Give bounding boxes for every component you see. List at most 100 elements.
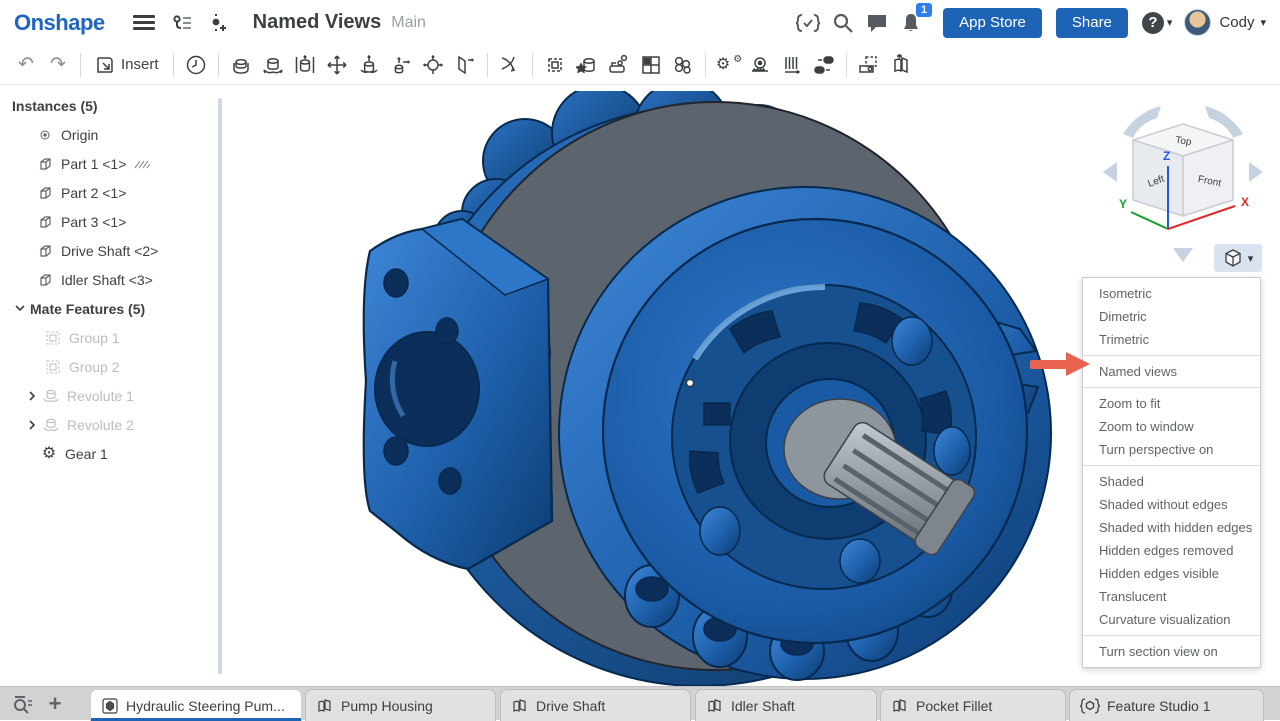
mate-connector-icon[interactable] [494, 49, 526, 81]
user-menu[interactable]: Cody ▾ [1184, 9, 1266, 36]
tree-item-part2[interactable]: Part 2 <1> [0, 178, 228, 207]
menu-item-dimetric[interactable]: Dimetric [1083, 305, 1260, 328]
gear-relation-icon: ⚙ [40, 446, 58, 462]
parallel-mate-icon[interactable] [449, 49, 481, 81]
menu-item-translucent[interactable]: Translucent [1083, 585, 1260, 608]
mate-features-header[interactable]: Mate Features (5) [0, 294, 228, 323]
tab-feature-studio-1[interactable]: Feature Studio 1 [1069, 689, 1264, 721]
slider-mate-icon[interactable] [289, 49, 321, 81]
notifications-icon[interactable]: 1 [899, 11, 923, 35]
sidebar-scrollbar[interactable] [218, 98, 222, 674]
ball-mate-icon[interactable] [417, 49, 449, 81]
fastened-mate-icon[interactable] [225, 49, 257, 81]
tab-hydraulic-steering-pump[interactable]: Hydraulic Steering Pum... [90, 689, 302, 721]
menu-item-shaded[interactable]: Shaded [1083, 470, 1260, 493]
tree-item-gear1[interactable]: ⚙ Gear 1 [0, 439, 228, 468]
menu-item-zoom-to-window[interactable]: Zoom to window [1083, 415, 1260, 438]
menu-item-named-views[interactable]: Named views [1083, 360, 1260, 383]
view-options-menu: Isometric Dimetric Trimetric Named views… [1082, 277, 1261, 668]
hamburger-menu-icon[interactable] [133, 15, 155, 30]
notifications-badge: 1 [916, 3, 932, 17]
help-icon[interactable]: ? [1142, 12, 1164, 34]
planar-mate-icon[interactable] [321, 49, 353, 81]
interference-detection-icon[interactable] [667, 49, 699, 81]
tab-pocket-fillet[interactable]: Pocket Fillet [880, 689, 1066, 721]
redo-button[interactable]: ↷ [42, 49, 74, 81]
insert-part-icon[interactable] [885, 49, 917, 81]
help-menu[interactable]: ? ▾ [1142, 12, 1173, 34]
tree-item-group2[interactable]: Group 2 [0, 352, 228, 381]
undo-button[interactable]: ↶ [10, 49, 42, 81]
menu-item-turn-perspective-on[interactable]: Turn perspective on [1083, 438, 1260, 461]
tab-pump-housing[interactable]: Pump Housing [305, 689, 496, 721]
share-button[interactable]: Share [1056, 8, 1128, 38]
chevron-down-icon: ▾ [1167, 16, 1173, 29]
tree-item-drive-shaft[interactable]: Drive Shaft <2> [0, 236, 228, 265]
chevron-right-icon[interactable] [24, 420, 40, 430]
menu-item-isometric[interactable]: Isometric [1083, 282, 1260, 305]
assembly-instance-tree: Instances (5) Origin Part 1 <1> Part 2 <… [0, 86, 228, 686]
chevron-down-icon: ▾ [1248, 252, 1254, 265]
add-tab-icon[interactable]: + [40, 687, 70, 721]
part-studio-icon [511, 697, 529, 715]
tree-item-revolute1[interactable]: Revolute 1 [0, 381, 228, 410]
chevron-down-icon[interactable] [12, 305, 28, 312]
named-positions-icon[interactable] [571, 49, 603, 81]
menu-item-shaded-with-hidden-edges[interactable]: Shaded with hidden edges [1083, 516, 1260, 539]
user-name: Cody [1219, 14, 1254, 31]
menu-item-hidden-edges-removed[interactable]: Hidden edges removed [1083, 539, 1260, 562]
revolute-mate-icon [42, 388, 60, 404]
tree-item-group1[interactable]: Group 1 [0, 323, 228, 352]
tab-idler-shaft[interactable]: Idler Shaft [695, 689, 877, 721]
menu-item-curvature-visualization[interactable]: Curvature visualization [1083, 608, 1260, 631]
feature-studio-icon [1080, 697, 1100, 715]
tab-drive-shaft[interactable]: Drive Shaft [500, 689, 691, 721]
gear-relation-icon[interactable]: ⚙⚙ [712, 49, 744, 81]
app-header: Onshape Named Views Main 1 App Store Sha… [0, 0, 1280, 45]
pin-slot-mate-icon[interactable] [385, 49, 417, 81]
part-icon [36, 214, 54, 230]
tree-item-revolute2[interactable]: Revolute 2 [0, 410, 228, 439]
document-tab-bar: + Hydraulic Steering Pum... Pump Housing… [0, 686, 1280, 720]
onshape-logo[interactable]: Onshape [14, 10, 105, 36]
create-version-icon[interactable] [209, 12, 227, 34]
menu-item-hidden-edges-visible[interactable]: Hidden edges visible [1083, 562, 1260, 585]
history-icon[interactable] [180, 49, 212, 81]
tree-item-idler-shaft[interactable]: Idler Shaft <3> [0, 265, 228, 294]
featurescript-notices-icon[interactable] [795, 11, 821, 35]
group-icon[interactable] [539, 49, 571, 81]
screw-relation-icon[interactable] [776, 49, 808, 81]
app-store-button[interactable]: App Store [943, 8, 1042, 38]
workspace-name: Main [391, 14, 426, 32]
part-studio-icon [316, 697, 334, 715]
3d-viewport[interactable]: Top Left Front Z Y X ▾ Isometric Dimetri… [228, 86, 1280, 686]
belt-relation-icon[interactable] [808, 49, 840, 81]
menu-item-turn-section-view-on[interactable]: Turn section view on [1083, 640, 1260, 663]
menu-item-shaded-without-edges[interactable]: Shaded without edges [1083, 493, 1260, 516]
part-icon [36, 272, 54, 288]
avatar[interactable] [1184, 9, 1211, 36]
menu-item-trimetric[interactable]: Trimetric [1083, 328, 1260, 351]
chevron-right-icon[interactable] [24, 391, 40, 401]
tree-item-part1[interactable]: Part 1 <1> [0, 149, 228, 178]
named-view-camera-icon[interactable] [853, 49, 885, 81]
tree-item-origin[interactable]: Origin [0, 120, 228, 149]
view-options-button[interactable]: ▾ [1214, 244, 1262, 272]
annotation-arrow [1030, 352, 1092, 376]
drawing-icon[interactable] [635, 49, 667, 81]
part-icon [36, 185, 54, 201]
view-cube[interactable]: Top Left Front Z Y X [1093, 94, 1273, 264]
search-icon[interactable] [831, 11, 855, 35]
menu-item-zoom-to-fit[interactable]: Zoom to fit [1083, 392, 1260, 415]
versions-icon[interactable] [171, 13, 193, 33]
search-tabs-icon[interactable] [8, 687, 38, 721]
rack-pinion-relation-icon[interactable] [744, 49, 776, 81]
insert-button[interactable]: Insert [87, 49, 167, 81]
exploded-view-icon[interactable] [603, 49, 635, 81]
part-icon [36, 156, 54, 172]
cylindrical-mate-icon[interactable] [353, 49, 385, 81]
revolute-mate-icon[interactable] [257, 49, 289, 81]
tree-item-part3[interactable]: Part 3 <1> [0, 207, 228, 236]
assembly-icon [101, 697, 119, 715]
comments-icon[interactable] [865, 11, 889, 35]
